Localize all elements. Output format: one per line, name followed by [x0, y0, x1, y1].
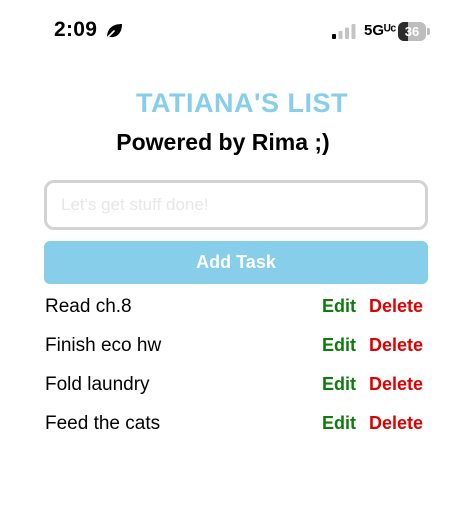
task-row: Read ch.8 Edit Delete — [44, 291, 430, 330]
task-text: Feed the cats — [45, 413, 161, 434]
battery-body: 36 — [398, 22, 426, 41]
delete-button[interactable]: Delete — [369, 335, 423, 356]
task-text: Finish eco hw — [45, 335, 162, 356]
task-row: Finish eco hw Edit Delete — [44, 330, 430, 369]
battery-cap — [427, 28, 430, 35]
network-type-label: 5Gᵁᶜ — [364, 22, 397, 39]
task-text: Fold laundry — [45, 374, 150, 395]
app-subtitle: Powered by Rima ;) — [116, 129, 330, 155]
task-input[interactable] — [44, 180, 428, 230]
delete-button[interactable]: Delete — [369, 413, 423, 434]
edit-button[interactable]: Edit — [322, 296, 356, 317]
task-row: Feed the cats Edit Delete — [44, 408, 430, 447]
edit-button[interactable]: Edit — [322, 374, 356, 395]
leaf-focus-icon — [105, 24, 122, 40]
edit-button[interactable]: Edit — [322, 335, 356, 356]
status-time: 2:09 — [54, 18, 98, 41]
task-text: Read ch.8 — [45, 296, 132, 317]
task-list: Read ch.8 Edit Delete Finish eco hw Edit… — [44, 291, 430, 447]
delete-button[interactable]: Delete — [369, 296, 423, 317]
battery-level: 36 — [404, 24, 420, 39]
delete-button[interactable]: Delete — [369, 374, 423, 395]
status-bar: 2:09 5Gᵁᶜ 36 — [0, 0, 472, 64]
app-title: TATIANA'S LIST — [136, 88, 348, 118]
task-row: Fold laundry Edit Delete — [44, 369, 430, 408]
cellular-signal-icon — [332, 24, 356, 39]
battery-icon: 36 — [398, 22, 430, 41]
edit-button[interactable]: Edit — [322, 413, 356, 434]
add-task-button[interactable]: Add Task — [44, 241, 428, 284]
